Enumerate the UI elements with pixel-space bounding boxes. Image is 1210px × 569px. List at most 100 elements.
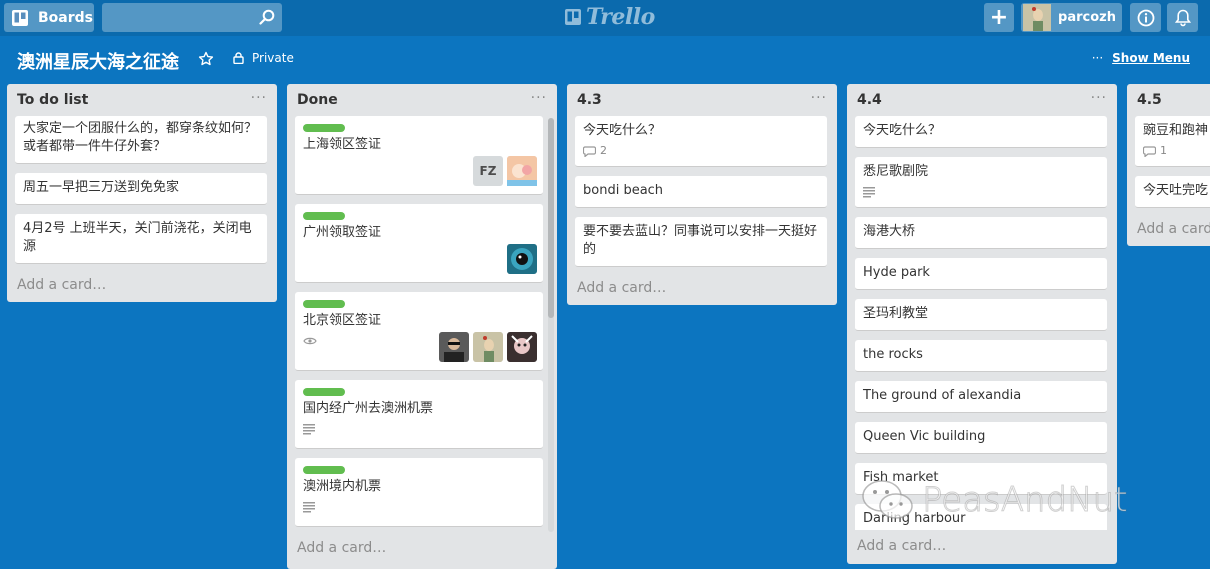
show-menu-button[interactable]: ··· Show Menu	[1092, 51, 1190, 65]
list-menu-icon[interactable]: ···	[251, 90, 267, 106]
description-icon	[303, 423, 315, 434]
card-title: 今天吃什么？	[583, 123, 662, 138]
list-header: 4.3 ···	[567, 84, 837, 116]
card-title: 4月2号 上班半天，关门前浇花，关闭电源	[23, 221, 252, 254]
card[interactable]: 悉尼歌剧院	[855, 157, 1107, 208]
member-avatar[interactable]	[473, 332, 503, 362]
search-box[interactable]	[102, 3, 282, 32]
card-badges	[303, 499, 535, 515]
list-done: Done ··· 上海领区签证 FZ 广州领取签证 北京领区签证 国内经广州去澳…	[287, 84, 557, 569]
show-menu-label: Show Menu	[1112, 51, 1190, 65]
member-avatar[interactable]	[507, 156, 537, 186]
card-badges	[863, 184, 1099, 200]
card[interactable]: 国内经广州去澳洲机票	[295, 380, 543, 449]
boards-button[interactable]: Boards	[4, 3, 94, 32]
card-badges: 1	[1143, 143, 1210, 159]
comment-count: 1	[1160, 144, 1167, 157]
comment-count: 2	[600, 144, 607, 157]
card[interactable]: Hyde park	[855, 258, 1107, 290]
boards-icon	[12, 9, 28, 26]
list-header: Done ···	[287, 84, 557, 116]
card-title: Hyde park	[863, 265, 930, 280]
card-title: The ground of alexandia	[863, 388, 1022, 403]
list-header: 4.5	[1127, 84, 1210, 116]
trello-logo-icon	[565, 9, 581, 25]
card[interactable]: the rocks	[855, 340, 1107, 372]
member-avatar[interactable]	[507, 244, 537, 274]
list-title[interactable]: 4.3	[577, 92, 602, 108]
list-title[interactable]: 4.4	[857, 92, 882, 108]
add-card-button[interactable]: Add a card…	[1127, 217, 1210, 246]
list-menu-icon[interactable]: ···	[811, 90, 827, 106]
member-avatar[interactable]	[507, 332, 537, 362]
card-label-green	[303, 300, 345, 308]
list-menu-icon[interactable]: ···	[531, 90, 547, 106]
search-icon[interactable]	[259, 9, 275, 25]
card[interactable]: 豌豆和跑神 1	[1135, 116, 1210, 167]
card[interactable]: 广州领取签证	[295, 204, 543, 283]
lock-icon	[233, 52, 244, 64]
card-title: 国内经广州去澳洲机票	[303, 401, 434, 416]
card-label-green	[303, 212, 345, 220]
list-menu-icon[interactable]: ···	[1091, 90, 1107, 106]
card[interactable]: Queen Vic building	[855, 422, 1107, 454]
card[interactable]: 今天吃什么？	[855, 116, 1107, 148]
list-title[interactable]: To do list	[17, 92, 88, 108]
notifications-button[interactable]	[1167, 3, 1198, 32]
user-menu-button[interactable]: parcozh	[1021, 3, 1122, 32]
board-title[interactable]: 澳洲星辰大海之征途	[17, 48, 179, 74]
list-4-3: 4.3 ··· 今天吃什么？ 2 bondi beach 要不要去蓝山？同事说可…	[567, 84, 837, 305]
card[interactable]: 北京领区签证	[295, 292, 543, 371]
card-members	[507, 244, 537, 274]
card[interactable]: The ground of alexandia	[855, 381, 1107, 413]
card-title: 周五一早把三万送到免免家	[23, 180, 180, 195]
member-avatar[interactable]	[439, 332, 469, 362]
member-initials[interactable]: FZ	[473, 156, 503, 186]
card-badges: 2	[583, 143, 819, 159]
card[interactable]: 要不要去蓝山？同事说可以安排一天挺好的	[575, 217, 827, 267]
visibility-button[interactable]: Private	[233, 51, 294, 65]
card[interactable]: 海港大桥	[855, 217, 1107, 249]
list-4-5: 4.5 豌豆和跑神 1 今天吐完吃 Add a card…	[1127, 84, 1210, 246]
info-button[interactable]	[1130, 3, 1161, 32]
user-name: parcozh	[1058, 10, 1116, 25]
card-label-green	[303, 124, 345, 132]
card[interactable]: 今天吃什么？ 2	[575, 116, 827, 167]
card[interactable]: 上海领区签证 FZ	[295, 116, 543, 195]
card[interactable]: 澳洲境内机票	[295, 458, 543, 527]
comment-icon	[583, 145, 596, 157]
wechat-icon	[862, 480, 913, 519]
add-button[interactable]: +	[984, 3, 1014, 32]
card-title: 广州领取签证	[303, 225, 382, 240]
add-card-button[interactable]: Add a card…	[567, 276, 837, 305]
card-title: Queen Vic building	[863, 429, 986, 444]
scrollbar-thumb[interactable]	[548, 118, 554, 318]
comment-icon	[1143, 145, 1156, 157]
card-title: 豌豆和跑神	[1143, 123, 1209, 138]
description-icon	[863, 186, 875, 197]
card[interactable]: bondi beach	[575, 176, 827, 208]
list-cards: 今天吃什么？ 悉尼歌剧院 海港大桥 Hyde park 圣玛利教堂 the ro…	[847, 116, 1117, 530]
card[interactable]: 4月2号 上班半天，关门前浇花，关闭电源	[15, 214, 267, 264]
star-icon[interactable]	[198, 51, 214, 67]
card[interactable]: 圣玛利教堂	[855, 299, 1107, 331]
visibility-label: Private	[252, 51, 294, 65]
card[interactable]: 周五一早把三万送到免免家	[15, 173, 267, 205]
logo-text: Trello	[586, 4, 655, 30]
card[interactable]: 今天吐完吃	[1135, 176, 1210, 208]
list-title[interactable]: 4.5	[1137, 92, 1162, 108]
watermark: PeasAndNut	[860, 478, 1128, 522]
top-header: Boards Trello + parcozh	[0, 0, 1210, 36]
add-card-button[interactable]: Add a card…	[287, 530, 557, 565]
card-title: 澳洲境内机票	[303, 479, 382, 494]
card[interactable]: 大家定一个团服什么的，都穿条纹如何？或者都带一件牛仔外套？	[15, 116, 267, 164]
list-title[interactable]: Done	[297, 92, 338, 108]
trello-logo[interactable]: Trello	[565, 3, 655, 31]
card-title: 海港大桥	[863, 224, 916, 239]
list-scrollbar[interactable]	[548, 118, 554, 532]
add-card-button[interactable]: Add a card…	[7, 273, 277, 302]
search-input[interactable]	[102, 3, 282, 32]
list-header: To do list ···	[7, 84, 277, 116]
add-card-button[interactable]: Add a card…	[847, 530, 1117, 563]
card-label-green	[303, 388, 345, 396]
